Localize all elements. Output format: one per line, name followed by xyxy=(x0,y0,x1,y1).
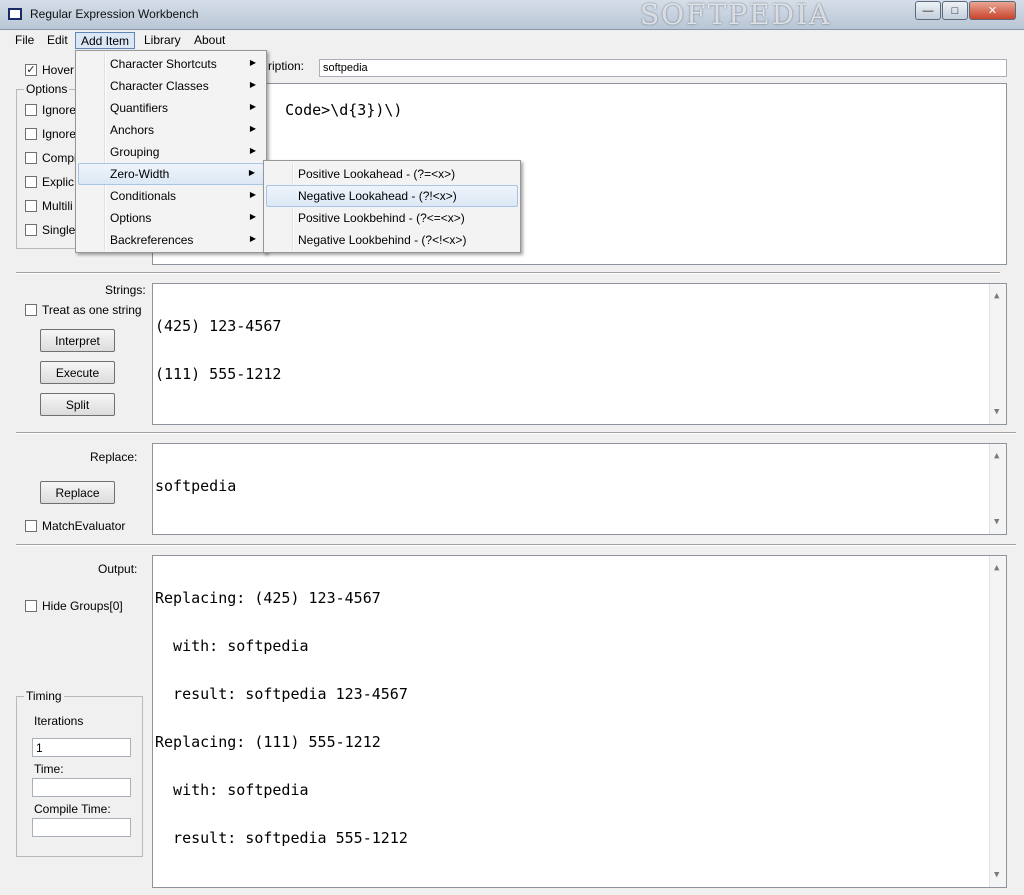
output-box[interactable]: Replacing: (425) 123-4567 with: softpedi… xyxy=(152,555,1007,888)
zero-width-submenu: Positive Lookahead - (?=<x>) Negative Lo… xyxy=(263,160,521,253)
match-evaluator-label: MatchEvaluator xyxy=(42,519,126,533)
scroll-down-icon[interactable]: ▼ xyxy=(994,404,999,420)
output-scrollbar[interactable]: ▲ ▼ xyxy=(989,556,1006,887)
menu-bar: File Edit Add Item Library About xyxy=(0,30,1024,50)
app-icon xyxy=(8,8,22,20)
scroll-up-icon[interactable]: ▲ xyxy=(994,448,999,464)
menu-item-zero-width[interactable]: Zero-Width ▶ xyxy=(78,163,264,185)
interpret-button[interactable]: Interpret xyxy=(40,329,115,352)
strings-label: Strings: xyxy=(105,283,146,297)
submenu-arrow-icon: ▶ xyxy=(249,102,256,111)
hide-groups-label: Hide Groups[0] xyxy=(42,599,123,613)
replace-input[interactable]: softpedia ▲ ▼ xyxy=(152,443,1007,535)
menu-add-item[interactable]: Add Item xyxy=(75,32,136,49)
options-title: Options xyxy=(24,82,70,96)
menu-item-grouping[interactable]: Grouping ▶ xyxy=(78,141,264,163)
submenu-arrow-icon: ▶ xyxy=(249,58,256,67)
output-line-5: with: softpedia xyxy=(155,781,309,799)
option-label-5: Multili xyxy=(42,199,73,213)
menu-item-character-shortcuts[interactable]: Character Shortcuts ▶ xyxy=(78,53,264,75)
replace-text: softpedia xyxy=(155,477,237,495)
option-checkbox-2[interactable] xyxy=(25,128,37,140)
scroll-up-icon[interactable]: ▲ xyxy=(994,560,999,576)
option-checkbox-1[interactable] xyxy=(25,104,37,116)
add-item-menu: Character Shortcuts ▶ Character Classes ▶ … xyxy=(75,50,267,253)
window-title: Regular Expression Workbench xyxy=(30,7,199,21)
watermark: SOFTPEDIA xyxy=(640,0,832,31)
time-label: Time: xyxy=(34,762,64,776)
description-label: ription: xyxy=(268,59,305,73)
strings-line-1: (425) 123-4567 xyxy=(155,317,282,335)
submenu-arrow-icon: ▶ xyxy=(248,168,255,177)
menu-file[interactable]: File xyxy=(10,32,39,49)
maximize-button[interactable]: □ xyxy=(942,1,968,20)
menu-library[interactable]: Library xyxy=(139,32,186,49)
timing-title: Timing xyxy=(24,689,64,703)
hover-label: Hover xyxy=(42,63,75,77)
close-button[interactable]: ✕ xyxy=(969,1,1016,20)
scroll-up-icon[interactable]: ▲ xyxy=(994,288,999,304)
submenu-arrow-icon: ▶ xyxy=(249,124,256,133)
option-checkbox-5[interactable] xyxy=(25,200,37,212)
scroll-down-icon[interactable]: ▼ xyxy=(994,514,999,530)
separator-2 xyxy=(16,432,1016,434)
option-label-2: Ignore xyxy=(42,127,77,141)
menu-item-backreferences[interactable]: Backreferences ▶ xyxy=(78,229,264,251)
compile-time-label: Compile Time: xyxy=(34,802,111,816)
menu-item-negative-lookbehind[interactable]: Negative Lookbehind - (?<!<x>) xyxy=(266,229,518,251)
output-line-6: result: softpedia 555-1212 xyxy=(155,829,408,847)
match-evaluator-checkbox[interactable] xyxy=(25,520,37,532)
split-button[interactable]: Split xyxy=(40,393,115,416)
strings-line-2: (111) 555-1212 xyxy=(155,365,282,383)
menu-item-positive-lookbehind[interactable]: Positive Lookbehind - (?<=<x>) xyxy=(266,207,518,229)
menu-edit[interactable]: Edit xyxy=(42,32,73,49)
execute-button[interactable]: Execute xyxy=(40,361,115,384)
regex-text: Code>\d{3})\) xyxy=(285,101,403,119)
option-label-4: Explic xyxy=(42,175,75,189)
option-checkbox-3[interactable] xyxy=(25,152,37,164)
menu-item-negative-lookahead[interactable]: Negative Lookahead - (?!<x>) xyxy=(266,185,518,207)
replace-scrollbar[interactable]: ▲ ▼ xyxy=(989,444,1006,534)
iterations-input[interactable]: 1 xyxy=(32,738,131,757)
menu-item-options[interactable]: Options ▶ xyxy=(78,207,264,229)
title-bar: Regular Expression Workbench SOFTPEDIA —… xyxy=(0,0,1024,31)
menu-item-conditionals[interactable]: Conditionals ▶ xyxy=(78,185,264,207)
menu-item-quantifiers[interactable]: Quantifiers ▶ xyxy=(78,97,264,119)
description-input[interactable]: softpedia xyxy=(319,59,1007,77)
option-label-1: Ignore xyxy=(42,103,77,117)
replace-button[interactable]: Replace xyxy=(40,481,115,504)
separator-1 xyxy=(16,272,1000,274)
treat-as-one-label: Treat as one string xyxy=(42,303,142,317)
output-line-3: result: softpedia 123-4567 xyxy=(155,685,408,703)
submenu-arrow-icon: ▶ xyxy=(249,234,256,243)
separator-3 xyxy=(16,544,1016,546)
option-checkbox-4[interactable] xyxy=(25,176,37,188)
strings-input[interactable]: (425) 123-4567 (111) 555-1212 ▲ ▼ xyxy=(152,283,1007,425)
compile-time-input[interactable] xyxy=(32,818,131,837)
iterations-label: Iterations xyxy=(34,714,84,728)
option-checkbox-6[interactable] xyxy=(25,224,37,236)
treat-as-one-checkbox[interactable] xyxy=(25,304,37,316)
output-line-4: Replacing: (111) 555-1212 xyxy=(155,733,381,751)
menu-item-character-classes[interactable]: Character Classes ▶ xyxy=(78,75,264,97)
scroll-down-icon[interactable]: ▼ xyxy=(994,867,999,883)
minimize-button[interactable]: — xyxy=(915,1,941,20)
option-label-3: Compi xyxy=(42,151,77,165)
submenu-arrow-icon: ▶ xyxy=(249,212,256,221)
submenu-arrow-icon: ▶ xyxy=(249,190,256,199)
option-label-6: Single xyxy=(42,223,76,237)
hide-groups-checkbox[interactable] xyxy=(25,600,37,612)
output-line-2: with: softpedia xyxy=(155,637,309,655)
time-input[interactable] xyxy=(32,778,131,797)
strings-scrollbar[interactable]: ▲ ▼ xyxy=(989,284,1006,424)
replace-label: Replace: xyxy=(90,450,138,464)
output-label: Output: xyxy=(98,562,138,576)
submenu-arrow-icon: ▶ xyxy=(249,80,256,89)
submenu-arrow-icon: ▶ xyxy=(249,146,256,155)
output-line-1: Replacing: (425) 123-4567 xyxy=(155,589,381,607)
menu-item-positive-lookahead[interactable]: Positive Lookahead - (?=<x>) xyxy=(266,163,518,185)
menu-about[interactable]: About xyxy=(189,32,230,49)
menu-item-anchors[interactable]: Anchors ▶ xyxy=(78,119,264,141)
hover-checkbox[interactable]: ✓ xyxy=(25,64,37,76)
